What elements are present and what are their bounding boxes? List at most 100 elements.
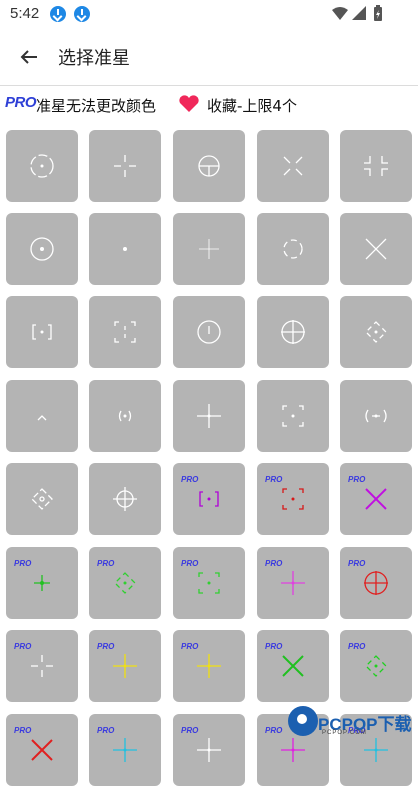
crosshair-icon — [114, 155, 136, 177]
crosshair-icon — [31, 655, 53, 677]
crosshair-tile[interactable] — [340, 380, 412, 452]
pro-badge: PRO — [5, 94, 37, 111]
download-icon — [74, 6, 90, 22]
crosshair-tile[interactable] — [89, 213, 161, 285]
crosshair-icon — [30, 154, 54, 178]
crosshair-tile[interactable] — [6, 296, 78, 368]
crosshair-tile[interactable]: PRO — [257, 463, 329, 535]
crosshair-tile[interactable] — [89, 463, 161, 535]
crosshair-tile[interactable]: PRO — [89, 630, 161, 702]
crosshair-icon — [365, 238, 387, 260]
crosshair-icon — [123, 247, 127, 251]
crosshair-tile[interactable] — [257, 130, 329, 202]
crosshair-tile[interactable]: PRO — [6, 547, 78, 619]
crosshair-icon — [118, 410, 132, 422]
page-title: 选择准星 — [58, 48, 130, 69]
crosshair-tile[interactable] — [173, 380, 245, 452]
tile-pro-badge: PRO — [181, 475, 199, 484]
crosshair-icon — [365, 655, 387, 677]
crosshair-tile[interactable]: PRO — [257, 630, 329, 702]
crosshair-icon — [113, 654, 137, 678]
crosshair-icon — [197, 654, 221, 678]
crosshair-tile[interactable] — [6, 213, 78, 285]
app-bar: 选择准星 — [0, 28, 418, 86]
crosshair-tile[interactable]: PRO — [340, 630, 412, 702]
crosshair-tile[interactable]: PRO — [173, 463, 245, 535]
crosshair-icon — [199, 239, 219, 259]
heart-icon — [179, 95, 199, 112]
crosshair-icon — [197, 738, 221, 762]
crosshair-tile[interactable] — [340, 130, 412, 202]
info-bar: PRO 准星无法更改颜色 收藏-上限4个 — [0, 86, 418, 120]
crosshair-tile[interactable]: PRO — [340, 463, 412, 535]
crosshair-icon — [198, 155, 220, 177]
tile-pro-badge: PRO — [14, 726, 32, 735]
battery-icon — [374, 5, 382, 21]
tile-pro-badge: PRO — [181, 642, 199, 651]
crosshair-tile[interactable]: PRO — [173, 547, 245, 619]
crosshair-tile[interactable] — [6, 130, 78, 202]
crosshair-tile[interactable]: PRO — [173, 714, 245, 786]
crosshair-tile[interactable] — [257, 296, 329, 368]
back-arrow-icon[interactable] — [14, 42, 44, 72]
favorite-limit-note: 收藏-上限4个 — [207, 97, 297, 115]
crosshair-icon — [282, 488, 304, 510]
crosshair-icon — [365, 488, 387, 510]
crosshair-icon — [37, 415, 47, 421]
crosshair-tile[interactable] — [257, 380, 329, 452]
status-time: 5:42 — [10, 5, 40, 22]
crosshair-tile[interactable] — [257, 213, 329, 285]
crosshair-tile[interactable]: PRO — [6, 714, 78, 786]
crosshair-tile[interactable] — [340, 213, 412, 285]
tile-pro-badge: PRO — [348, 642, 366, 651]
crosshair-tile[interactable]: PRO — [89, 547, 161, 619]
crosshair-tile[interactable]: PRO — [173, 630, 245, 702]
crosshair-icon — [281, 320, 305, 344]
crosshair-tile[interactable] — [89, 380, 161, 452]
crosshair-icon — [198, 572, 220, 594]
tile-pro-badge: PRO — [181, 559, 199, 568]
crosshair-icon — [32, 324, 52, 340]
crosshair-icon — [364, 571, 388, 595]
crosshair-tile[interactable] — [340, 296, 412, 368]
crosshair-grid: PRO PRO PRO PRO PRO PRO PRO PRO PRO PRO PRO PRO PRO P… — [0, 120, 418, 786]
tile-pro-badge: PRO — [348, 559, 366, 568]
crosshair-tile[interactable]: PRO — [340, 547, 412, 619]
crosshair-tile[interactable] — [6, 463, 78, 535]
crosshair-tile[interactable] — [173, 296, 245, 368]
status-icons — [332, 5, 382, 21]
crosshair-icon — [114, 321, 136, 343]
tile-pro-badge: PRO — [14, 559, 32, 568]
crosshair-icon — [113, 738, 137, 762]
watermark: PCPOP下载 PCPOP.COM — [288, 706, 416, 743]
crosshair-tile[interactable]: PRO — [89, 714, 161, 786]
tile-pro-badge: PRO — [265, 475, 283, 484]
tile-pro-badge: PRO — [265, 559, 283, 568]
crosshair-icon — [34, 575, 50, 591]
wifi-icon — [332, 7, 348, 20]
crosshair-tile[interactable] — [173, 130, 245, 202]
crosshair-tile[interactable]: PRO — [6, 630, 78, 702]
crosshair-icon — [283, 239, 303, 259]
crosshair-icon — [365, 321, 387, 343]
crosshair-tile[interactable] — [173, 213, 245, 285]
watermark-sub: PCPOP.COM — [322, 730, 367, 736]
crosshair-tile[interactable] — [6, 380, 78, 452]
crosshair-icon — [282, 405, 304, 427]
crosshair-tile[interactable]: PRO — [257, 547, 329, 619]
pcpop-logo-icon — [288, 706, 318, 736]
tile-pro-badge: PRO — [97, 642, 115, 651]
crosshair-icon — [114, 572, 136, 594]
crosshair-icon — [113, 487, 137, 511]
crosshair-icon — [281, 571, 305, 595]
crosshair-icon — [30, 237, 54, 261]
crosshair-icon — [31, 739, 53, 761]
crosshair-icon — [197, 404, 221, 428]
tile-pro-badge: PRO — [181, 726, 199, 735]
crosshair-tile[interactable] — [89, 130, 161, 202]
crosshair-tile[interactable] — [89, 296, 161, 368]
crosshair-icon — [31, 488, 53, 510]
tile-pro-badge: PRO — [97, 726, 115, 735]
signal-icon — [352, 6, 366, 20]
pro-color-note: 准星无法更改颜色 — [36, 97, 157, 115]
